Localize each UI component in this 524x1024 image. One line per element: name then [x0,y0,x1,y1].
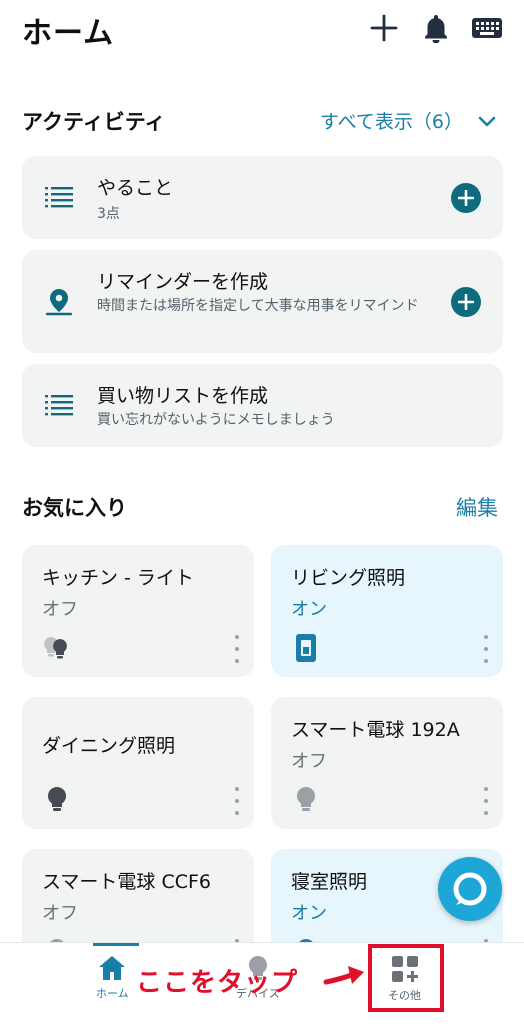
device-name: リビング照明 [291,567,406,589]
activity-card-todo[interactable]: やること 3点 [22,156,503,239]
device-name: ダイニング照明 [42,735,176,757]
app-header: ホーム [0,0,524,60]
device-name: 寝室照明 [291,871,368,893]
alexa-voice-button[interactable] [438,857,502,921]
alexa-ring-icon [453,872,487,906]
list-icon [42,389,76,423]
more-options-icon[interactable] [232,787,242,815]
favorites-section-title: お気に入り [22,496,127,520]
bulb-icon [291,785,321,815]
bell-icon[interactable] [418,10,454,46]
add-todo-button[interactable] [451,183,481,213]
activity-card-subtitle: 買い忘れがないようにメモしましょう [97,412,335,428]
device-name: スマート電球 CCF6 [42,871,212,893]
annotation-highlight-box [368,944,444,1012]
activity-card-subtitle: 時間または場所を指定して大事な用事をリマインド [97,298,419,314]
nav-active-indicator [93,943,139,946]
device-state: オフ [42,599,78,620]
page-title: ホーム [22,16,115,51]
more-options-icon[interactable] [232,635,242,663]
add-reminder-button[interactable] [451,287,481,317]
activity-card-title: 買い物リストを作成 [97,385,269,407]
chevron-down-icon[interactable] [475,109,499,133]
favorite-device-bulb-192a[interactable]: スマート電球 192A オフ [271,697,503,829]
bulb-group-icon [42,633,72,663]
favorite-device-living[interactable]: リビング照明 オン [271,545,503,677]
edit-favorites-link[interactable]: 編集 [456,492,498,522]
location-pin-icon [42,285,76,319]
activity-card-title: やること [97,177,174,199]
device-state: オフ [291,751,327,772]
device-name: キッチン - ライト [42,567,194,589]
nav-label: ホーム [96,987,129,1000]
more-options-icon[interactable] [481,787,491,815]
switch-icon [291,633,321,663]
nav-item-home[interactable]: ホーム [96,953,129,1001]
activity-card-reminder[interactable]: リマインダーを作成 時間または場所を指定して大事な用事をリマインド [22,250,503,353]
activity-card-title: リマインダーを作成 [97,271,269,293]
device-state: オフ [42,903,78,924]
list-icon [42,181,76,215]
device-name: スマート電球 192A [291,719,460,741]
more-options-icon[interactable] [481,635,491,663]
favorite-device-dining[interactable]: ダイニング照明 [22,697,254,829]
activity-card-shopping[interactable]: 買い物リストを作成 買い忘れがないようにメモしましょう [22,364,503,447]
device-state: オン [291,599,327,620]
show-all-link[interactable]: すべて表示（6） [320,107,463,134]
home-icon [99,956,126,980]
device-state: オン [291,903,327,924]
favorite-device-kitchen[interactable]: キッチン - ライト オフ [22,545,254,677]
bulb-icon [42,785,72,815]
plus-icon[interactable] [366,10,402,46]
keyboard-icon[interactable] [469,10,505,46]
activity-card-subtitle: 3点 [97,206,120,222]
annotation-text: ここをタップ [136,968,299,998]
activity-section-title: アクティビティ [22,110,166,134]
annotation-arrow-icon [322,960,368,994]
